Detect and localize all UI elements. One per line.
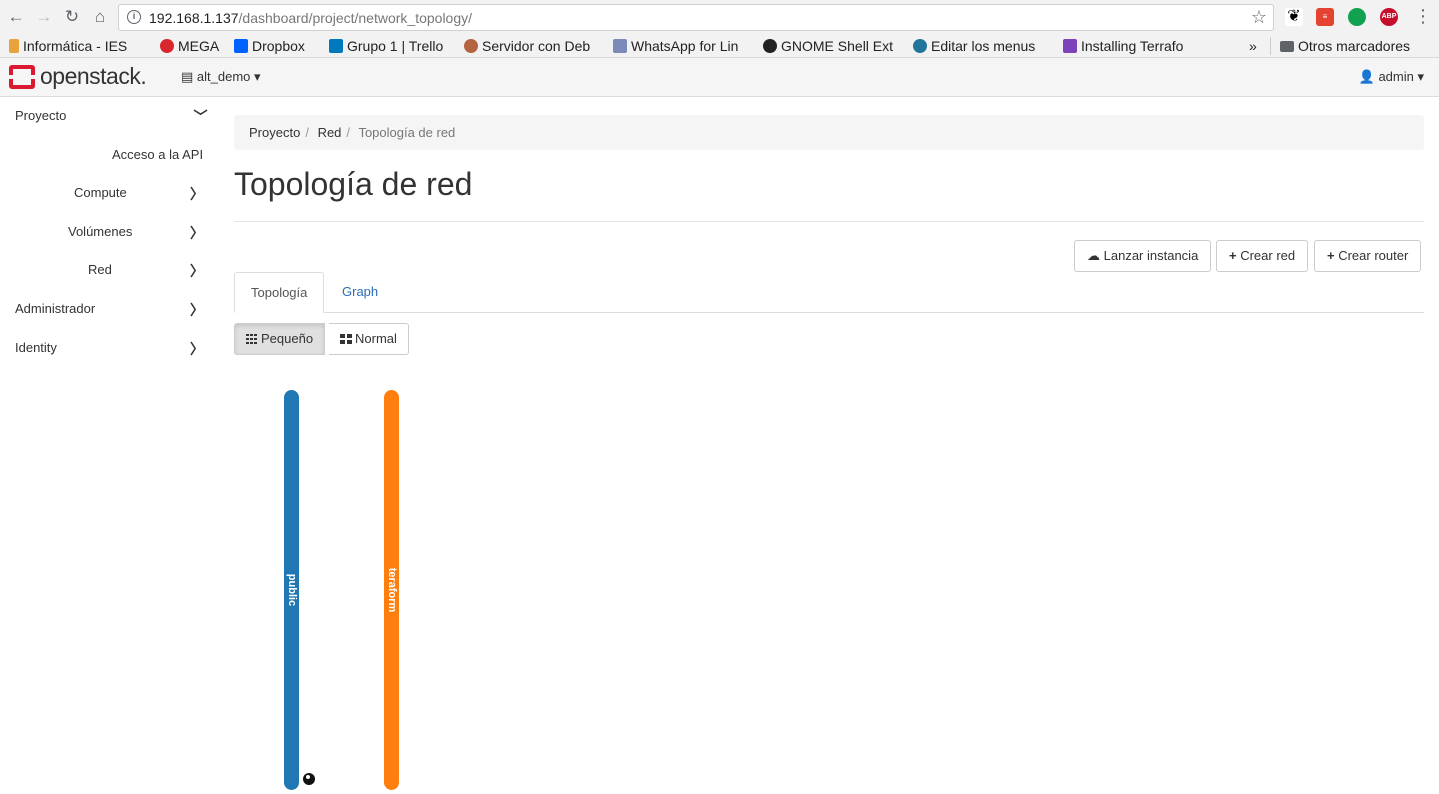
terraform-icon (1063, 39, 1077, 53)
forward-icon[interactable]: → (33, 6, 55, 28)
plus-icon: + (1229, 248, 1241, 263)
chevron-right-icon[interactable]: 〉 (190, 184, 204, 204)
plus-icon: + (1327, 248, 1339, 263)
bookmarks-bar: Informática - IES MEGA Dropbox Grupo 1 |… (0, 34, 1439, 58)
bookmark-informatica[interactable]: Informática - IES (9, 37, 149, 55)
tab-graph[interactable]: Graph (326, 272, 394, 313)
bookmark-terraform[interactable]: Installing Terrafo (1063, 37, 1201, 55)
gnome-extension-icon[interactable]: ❦ (1285, 8, 1303, 26)
chevron-right-icon[interactable]: 〉 (190, 261, 204, 281)
sidebar: Proyecto 〉 Acceso a la API Compute 〉 Vol… (0, 97, 218, 794)
create-router-button[interactable]: + Crear router (1314, 240, 1422, 272)
sidebar-item-api-access[interactable]: Acceso a la API (112, 147, 203, 162)
user-icon: 👤 (1358, 69, 1379, 84)
network-public[interactable]: public (284, 390, 299, 790)
page-title: Topología de red (234, 166, 473, 202)
bookmark-servidor[interactable]: Servidor con Deb (464, 37, 600, 55)
dropbox-icon (234, 39, 248, 53)
caret-down-icon: ▾ (1413, 69, 1424, 84)
sidebar-item-admin[interactable]: Administrador (15, 301, 95, 316)
servidor-icon (464, 39, 478, 53)
site-info-icon[interactable]: i (127, 10, 141, 24)
th-icon (246, 334, 258, 344)
breadcrumb-current: Topología de red (358, 125, 456, 140)
create-network-button[interactable]: + Crear red (1216, 240, 1309, 272)
chevron-right-icon[interactable]: 〉 (190, 223, 204, 243)
bookmark-whatsapp[interactable]: WhatsApp for Lin (613, 37, 749, 55)
hangouts-extension-icon[interactable] (1348, 8, 1366, 26)
todoist-extension-icon[interactable]: ≡ (1316, 8, 1334, 26)
other-bookmarks[interactable]: Otros marcadores (1280, 37, 1430, 55)
whatsapp-icon (613, 39, 627, 53)
tabs-underline (234, 312, 1424, 313)
url-host: 192.168.1.137 (149, 10, 239, 26)
bookmark-trello[interactable]: Grupo 1 | Trello (329, 37, 457, 55)
home-icon[interactable]: ⌂ (89, 6, 111, 28)
browser-menu-icon[interactable]: ⋮ (1414, 6, 1432, 27)
network-label: public (285, 573, 298, 607)
openstack-header: openstack. ▤ alt_demo ▾ 👤 admin ▾ (0, 58, 1439, 97)
breadcrumb-proyecto[interactable]: Proyecto (249, 125, 300, 140)
folder-icon (1280, 41, 1294, 52)
chevron-right-icon[interactable]: 〉 (190, 300, 204, 320)
openstack-logo-text[interactable]: openstack. (40, 63, 147, 90)
breadcrumb: Proyecto / Red / Topología de red (234, 115, 1424, 150)
bookmark-gnome[interactable]: GNOME Shell Ext (763, 37, 899, 55)
title-divider (234, 221, 1424, 222)
breadcrumb-red[interactable]: Red (318, 125, 342, 140)
sidebar-item-volumes[interactable]: Volúmenes (68, 224, 132, 239)
sidebar-item-compute[interactable]: Compute (74, 185, 127, 200)
chevron-right-icon[interactable]: 〉 (190, 339, 204, 359)
gnome-icon (763, 39, 777, 53)
reload-icon[interactable]: ↻ (61, 6, 83, 28)
sidebar-item-network[interactable]: Red (88, 262, 112, 277)
launch-instance-button[interactable]: ☁ Lanzar instancia (1074, 240, 1212, 272)
browser-toolbar: ← → ↻ ⌂ i 192.168.1.137/dashboard/projec… (0, 0, 1439, 34)
bookmark-star-icon[interactable]: ☆ (1251, 7, 1267, 28)
network-teraform[interactable]: teraform (384, 390, 399, 790)
bookmark-editar[interactable]: Editar los menus (913, 37, 1049, 55)
mega-icon (160, 39, 174, 53)
project-list-icon: ▤ (181, 69, 197, 84)
sidebar-item-proyecto[interactable]: Proyecto (15, 108, 66, 123)
tab-topology[interactable]: Topología (234, 272, 325, 313)
external-network-globe-icon (303, 773, 315, 785)
cloud-upload-icon: ☁ (1087, 248, 1104, 263)
moodle-icon (9, 39, 19, 53)
chevron-down-icon[interactable]: 〉 (190, 109, 210, 123)
user-menu[interactable]: 👤 admin ▾ (1359, 69, 1424, 85)
bookmarks-divider (1270, 37, 1271, 55)
sidebar-item-identity[interactable]: Identity (15, 340, 57, 355)
breadcrumb-separator: / (346, 125, 351, 140)
breadcrumb-separator: / (305, 125, 309, 140)
bookmarks-overflow-button[interactable]: » (1249, 37, 1263, 55)
th-large-icon (340, 334, 352, 344)
openstack-logo-icon[interactable] (9, 65, 35, 89)
bookmark-dropbox[interactable]: Dropbox (234, 37, 322, 55)
address-bar[interactable]: i 192.168.1.137/dashboard/project/networ… (118, 4, 1274, 31)
trello-icon (329, 39, 343, 53)
bookmark-mega[interactable]: MEGA (160, 37, 228, 55)
url-path: /dashboard/project/network_topology/ (238, 10, 473, 26)
adblock-extension-icon[interactable]: ABP (1380, 8, 1398, 26)
back-icon[interactable]: ← (5, 6, 27, 28)
size-small-button[interactable]: Pequeño (234, 323, 326, 355)
network-label: teraform (385, 567, 398, 613)
size-normal-button[interactable]: Normal (329, 323, 409, 355)
caret-down-icon: ▾ (250, 69, 261, 84)
wordpress-icon (913, 39, 927, 53)
project-selector[interactable]: ▤ alt_demo ▾ (181, 69, 261, 85)
